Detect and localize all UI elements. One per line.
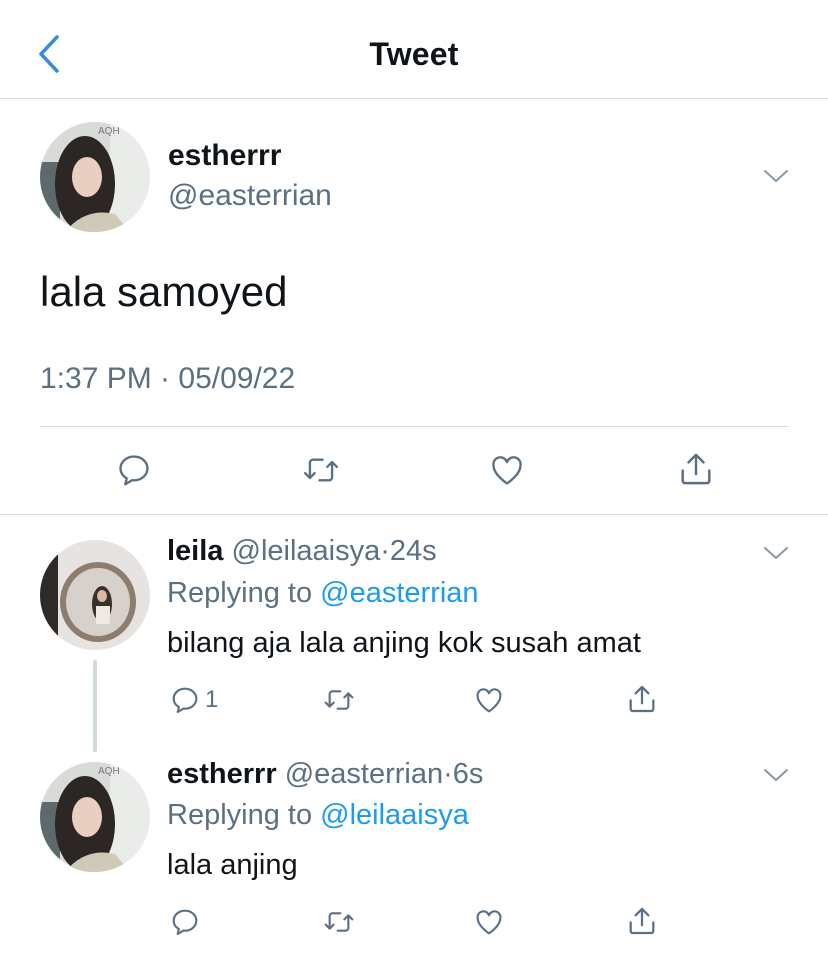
divider	[0, 514, 828, 515]
author-name[interactable]: leila	[167, 535, 223, 567]
chevron-down-icon	[764, 547, 788, 559]
reply-button[interactable]	[115, 451, 153, 489]
reply-time[interactable]: 6s	[453, 758, 484, 790]
like-icon	[476, 688, 502, 713]
thread-connector	[93, 660, 97, 752]
reply-text: lala anjing	[167, 849, 298, 881]
share-button[interactable]	[676, 449, 716, 489]
like-button[interactable]	[473, 906, 505, 938]
reply-icon	[172, 909, 198, 936]
page-title: Tweet	[369, 36, 459, 72]
tweet-menu-button[interactable]	[756, 160, 796, 192]
header-bar: Tweet	[0, 0, 828, 99]
replying-to-label: Replying to	[167, 577, 313, 609]
share-button[interactable]	[625, 682, 659, 716]
separator-dot: ·	[380, 535, 390, 567]
profile-photo: AQH	[40, 122, 150, 232]
share-icon	[681, 453, 711, 485]
share-icon	[629, 685, 655, 713]
retweet-button[interactable]	[322, 684, 356, 716]
tweet-menu-button[interactable]	[756, 759, 796, 791]
retweet-button[interactable]	[301, 451, 341, 489]
divider	[40, 426, 788, 427]
retweet-button[interactable]	[322, 906, 356, 938]
author-name[interactable]: estherrr	[167, 758, 277, 790]
replying-to-line: Replying to @leilaaisya	[167, 799, 469, 832]
chevron-down-icon	[764, 769, 788, 781]
retweet-icon	[303, 458, 339, 482]
like-button[interactable]	[488, 451, 526, 489]
tweet-text: lala samoyed	[40, 268, 288, 315]
reply-button[interactable]: 1	[169, 684, 218, 716]
like-icon	[476, 910, 502, 935]
like-button[interactable]	[473, 684, 505, 716]
reply-text: bilang aja lala anjing kok susah amat	[167, 627, 641, 659]
avatar[interactable]: AQH	[40, 762, 150, 872]
share-button[interactable]	[625, 904, 659, 938]
retweet-icon	[324, 690, 354, 710]
avatar[interactable]	[40, 540, 150, 650]
reply-icon	[119, 455, 149, 486]
reply-count: 1	[205, 686, 219, 713]
reply-header: estherrr @easterrian·6s	[167, 758, 483, 791]
retweet-icon	[324, 912, 354, 932]
mention-link[interactable]: @leilaaisya	[320, 799, 469, 831]
share-icon	[629, 907, 655, 935]
tweet-menu-button[interactable]	[756, 537, 796, 569]
reply-time[interactable]: 24s	[390, 535, 437, 567]
author-name[interactable]: estherrr	[168, 139, 281, 173]
profile-photo: AQH	[40, 762, 150, 872]
chevron-down-icon	[764, 170, 788, 182]
replying-to-label: Replying to	[167, 799, 313, 831]
reply-button[interactable]	[169, 906, 205, 938]
author-handle[interactable]: @easterrian	[168, 179, 332, 213]
author-handle[interactable]: @leilaaisya	[232, 535, 381, 567]
reply-header: leila @leilaaisya·24s	[167, 535, 437, 568]
svg-text:AQH: AQH	[98, 126, 120, 137]
replying-to-line: Replying to @easterrian	[167, 577, 479, 610]
mention-link[interactable]: @easterrian	[320, 577, 478, 609]
svg-text:AQH: AQH	[98, 766, 120, 777]
profile-photo	[40, 540, 150, 650]
reply-icon	[172, 687, 198, 714]
separator-dot: ·	[443, 758, 453, 790]
like-icon	[492, 456, 522, 485]
author-handle[interactable]: @easterrian	[285, 758, 443, 790]
tweet-timestamp[interactable]: 1:37 PM · 05/09/22	[40, 362, 295, 396]
avatar[interactable]: AQH	[40, 122, 150, 232]
